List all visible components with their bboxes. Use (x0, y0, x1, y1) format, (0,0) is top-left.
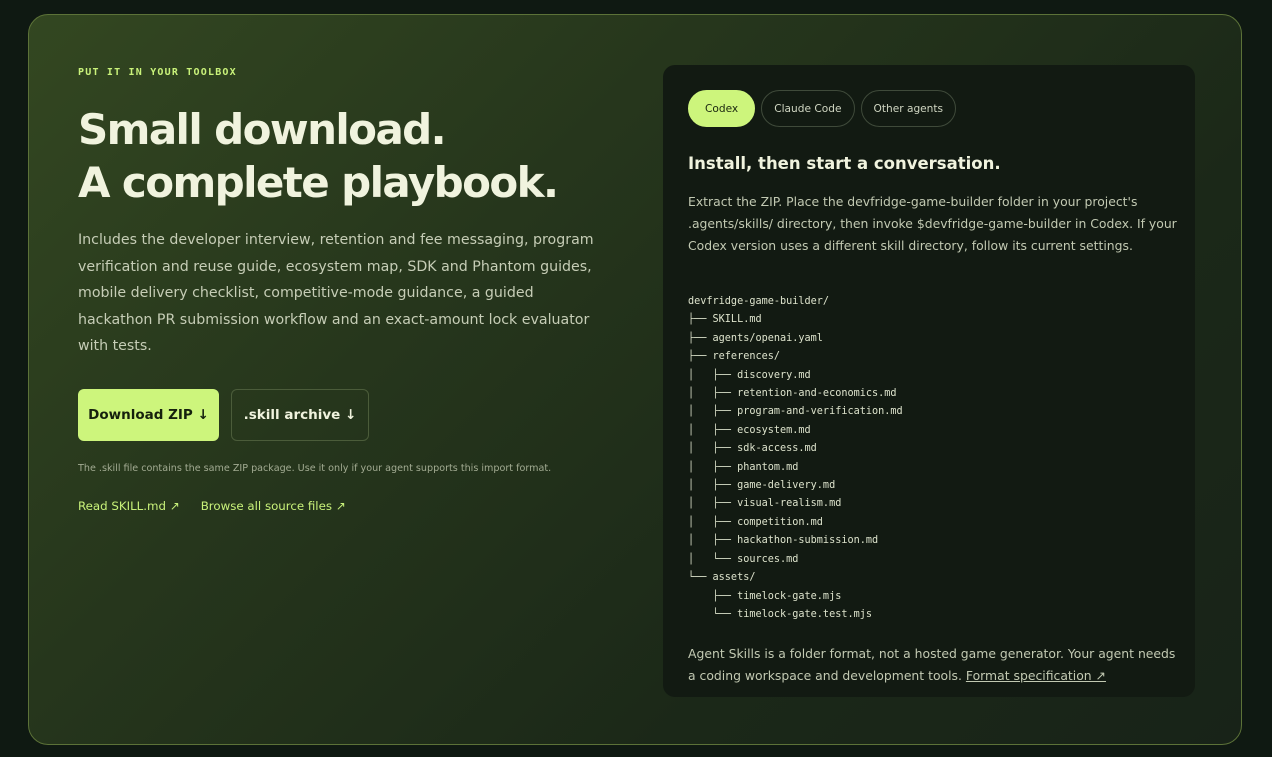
download-zip-button[interactable]: Download ZIP ↓ (78, 389, 219, 441)
eyebrow-label: PUT IT IN YOUR TOOLBOX (78, 67, 237, 78)
file-tree-line: │ ├── ecosystem.md (688, 424, 811, 436)
browse-source-link[interactable]: Browse all source files ↗ (201, 499, 346, 513)
file-tree-line: │ ├── phantom.md (688, 461, 799, 473)
file-tree: devfridge-game-builder/ ├── SKILL.md ├── a… (688, 293, 903, 624)
skill-archive-button[interactable]: .skill archive ↓ (231, 389, 369, 441)
headline-line-2: A complete playbook. (78, 158, 559, 207)
tab-claude-code[interactable]: Claude Code (761, 90, 855, 127)
headline-line-1: Small download. (78, 105, 447, 154)
file-tree-line: │ ├── retention-and-economics.md (688, 388, 897, 400)
file-tree-line: ├── timelock-gate.mjs (688, 590, 842, 602)
file-tree-line: │ ├── hackathon-submission.md (688, 535, 879, 547)
file-tree-line: ├── agents/openai.yaml (688, 332, 823, 344)
file-tree-line: └── assets/ (688, 572, 756, 584)
toolbox-card: PUT IT IN YOUR TOOLBOX Small download. A… (28, 14, 1242, 745)
panel-footer: Agent Skills is a folder format, not a h… (688, 643, 1178, 687)
install-panel: Codex Claude Code Other agents Install, … (663, 65, 1195, 697)
file-tree-line: ├── SKILL.md (688, 314, 762, 326)
file-tree-line: │ ├── visual-realism.md (688, 498, 842, 510)
read-skill-link[interactable]: Read SKILL.md ↗ (78, 499, 180, 513)
file-tree-line: └── timelock-gate.test.mjs (688, 608, 873, 620)
tab-codex[interactable]: Codex (688, 90, 756, 127)
tab-other-agents[interactable]: Other agents (860, 90, 957, 127)
file-tree-line: devfridge-game-builder/ (688, 296, 830, 307)
file-tree-line: │ ├── sdk-access.md (688, 443, 817, 455)
panel-description: Extract the ZIP. Place the devfridge-gam… (688, 194, 1177, 253)
hero-description: Includes the developer interview, retent… (78, 232, 594, 354)
skill-file-note: The .skill file contains the same ZIP pa… (78, 463, 552, 474)
headline: Small download. A complete playbook. (78, 103, 559, 209)
file-tree-line: │ ├── game-delivery.md (688, 480, 836, 492)
panel-title: Install, then start a conversation. (688, 154, 1001, 173)
hero-links: Read SKILL.md ↗ Browse all source files … (78, 495, 362, 514)
file-tree-line: │ ├── competition.md (688, 516, 823, 528)
file-tree-line: │ ├── program-and-verification.md (688, 406, 903, 418)
file-tree-line: │ └── sources.md (688, 553, 799, 565)
agent-tabs: Codex Claude Code Other agents (688, 90, 957, 127)
file-tree-line: ├── references/ (688, 351, 781, 363)
format-spec-link[interactable]: Format specification ↗ (966, 668, 1106, 683)
file-tree-line: │ ├── discovery.md (688, 369, 811, 381)
